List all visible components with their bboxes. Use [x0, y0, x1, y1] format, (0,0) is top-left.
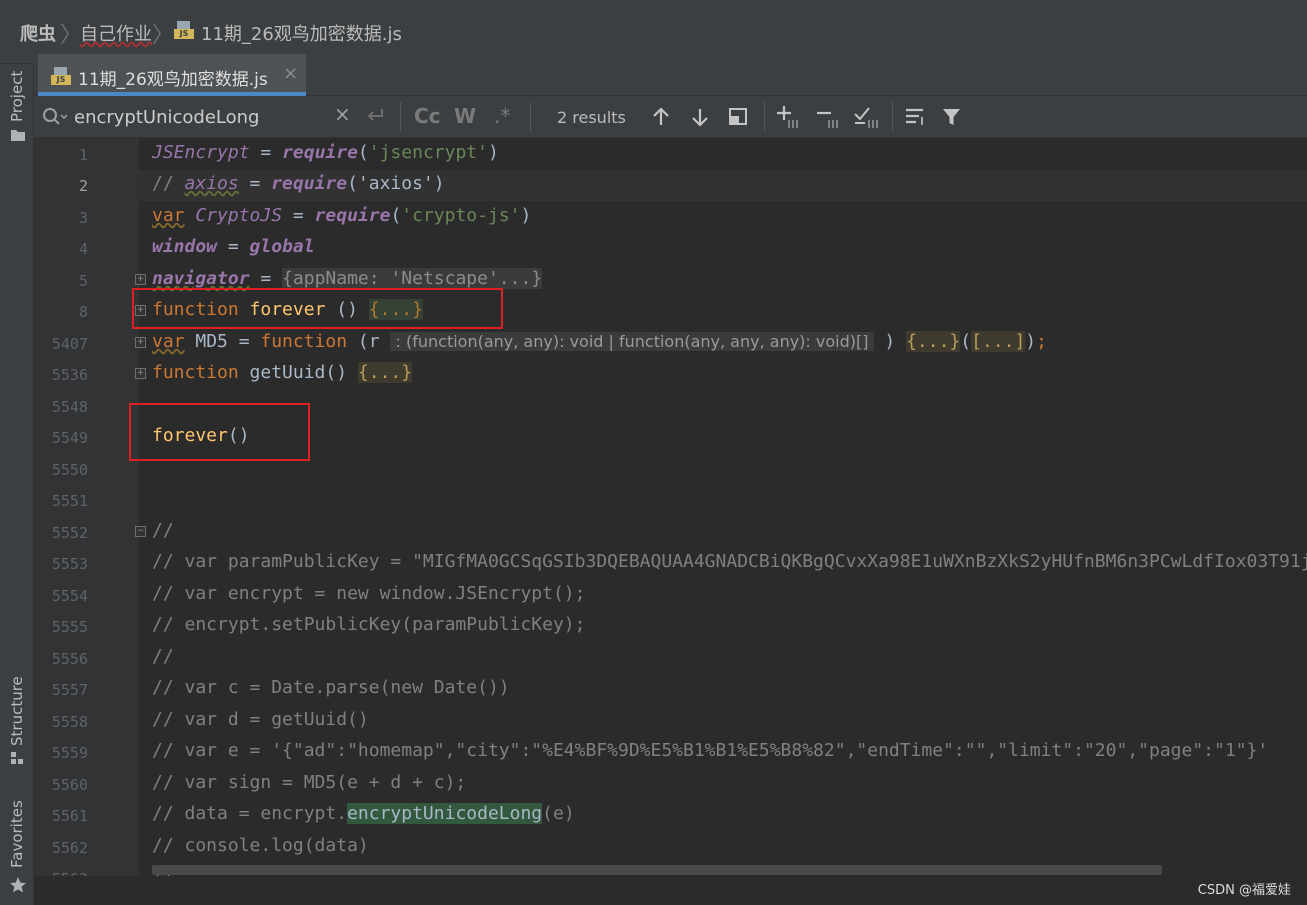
code-line[interactable]: // console.log(data)	[152, 835, 369, 856]
favorites-label: Favorites	[8, 800, 26, 868]
code-line[interactable]: JSEncrypt = require('jsencrypt')	[152, 142, 499, 163]
folded-region: {...}	[906, 331, 961, 352]
code-line[interactable]: // data = encrypt.encryptUnicodeLong(e)	[152, 803, 575, 824]
find-bar: × Cc W .* 2 results	[34, 96, 1307, 138]
code-line[interactable]: // var paramPublicKey = "MIGfMA0GCSqGSIb…	[152, 551, 1307, 572]
line-number: 4	[78, 240, 88, 258]
line-number: 5550	[51, 461, 88, 479]
code-line[interactable]: var CryptoJS = require('crypto-js')	[152, 205, 531, 226]
line-number: 5562	[51, 839, 88, 857]
search-match-highlight: encryptUnicodeLong	[347, 803, 543, 824]
code-line[interactable]: // axios = require('axios')	[152, 173, 445, 194]
horizontal-scrollbar[interactable]	[152, 865, 1162, 875]
select-all-occurrences-icon[interactable]	[853, 104, 881, 130]
whole-words-toggle[interactable]: W	[454, 104, 476, 128]
line-number: 5551	[51, 492, 88, 510]
breadcrumb-folder[interactable]: 自己作业	[80, 20, 152, 46]
js-file-icon: JS	[174, 21, 194, 39]
filter-settings-icon[interactable]	[904, 107, 928, 127]
tool-window-strip: Project Structure Favorites	[0, 64, 34, 905]
watermark: CSDN @福爱娃	[1197, 883, 1291, 898]
line-number: 5548	[51, 398, 88, 416]
line-number: 8	[78, 303, 88, 321]
line-number: 5560	[51, 776, 88, 794]
search-results-count: 2 results	[557, 108, 626, 127]
structure-icon	[11, 752, 23, 764]
close-tab-icon[interactable]: ×	[283, 63, 298, 84]
line-number: 5556	[51, 650, 88, 668]
code-line[interactable]: // var encrypt = new window.JSEncrypt();	[152, 583, 585, 604]
code-line[interactable]: function getUuid() {...}	[152, 362, 413, 383]
open-in-window-icon[interactable]	[728, 107, 750, 127]
tool-window-favorites[interactable]: Favorites	[0, 800, 34, 900]
folded-region: {...}	[357, 362, 413, 383]
previous-occurrence-icon[interactable]	[650, 106, 672, 128]
search-input[interactable]	[74, 104, 324, 130]
match-case-toggle[interactable]: Cc	[414, 104, 441, 128]
toolbar-separator	[400, 102, 401, 132]
fold-icon[interactable]: +	[135, 368, 146, 379]
newline-icon[interactable]	[364, 106, 386, 126]
breadcrumb-file[interactable]: 11期_26观鸟加密数据.js	[201, 20, 402, 46]
fold-icon[interactable]: +	[135, 337, 146, 348]
project-label: Project	[8, 70, 26, 122]
remove-selection-icon[interactable]	[815, 104, 843, 130]
code-line[interactable]: // encrypt.setPublicKey(paramPublicKey);	[152, 614, 585, 635]
folded-region: {appName: 'Netscape'...}	[282, 268, 543, 289]
line-number: 1	[78, 146, 88, 164]
line-number: 5557	[51, 681, 88, 699]
toolbar-separator	[764, 102, 765, 132]
editor-tab-bar: JS 11期_26观鸟加密数据.js ×	[34, 54, 1307, 96]
editor-tab-active[interactable]: JS 11期_26观鸟加密数据.js ×	[38, 54, 306, 96]
code-line[interactable]: // var d = getUuid()	[152, 709, 369, 730]
code-line[interactable]: //	[152, 646, 174, 667]
line-number: 5549	[51, 429, 88, 447]
tool-window-project[interactable]: Project	[0, 64, 34, 144]
code-line[interactable]: navigator = {appName: 'Netscape'...}	[152, 268, 543, 289]
next-occurrence-icon[interactable]	[689, 106, 711, 128]
line-number: 3	[78, 209, 88, 227]
breadcrumb-project[interactable]: 爬虫	[20, 20, 56, 46]
toolbar-separator	[892, 102, 893, 132]
tab-label: 11期_26观鸟加密数据.js	[78, 70, 268, 90]
type-hint: : (function(any, any): void | function(a…	[390, 332, 874, 351]
annotation-box	[132, 288, 503, 329]
line-number: 5	[78, 272, 88, 290]
toolbar-separator	[530, 102, 531, 132]
code-line[interactable]: // var c = Date.parse(new Date())	[152, 677, 510, 698]
clear-search-icon[interactable]: ×	[334, 102, 351, 126]
code-line[interactable]: window = global	[152, 236, 315, 257]
breadcrumb-separator: 〉	[60, 23, 83, 48]
line-number: 5536	[51, 366, 88, 384]
js-file-icon: JS	[51, 67, 71, 85]
code-line[interactable]: var MD5 = function (r : (function(any, a…	[152, 331, 1047, 352]
add-selection-icon[interactable]	[775, 104, 803, 130]
regex-toggle[interactable]: .*	[494, 104, 510, 128]
line-number: 2	[78, 177, 88, 195]
code-line[interactable]: // var e = '{"ad":"homemap","city":"%E4%…	[152, 740, 1268, 761]
annotation-box	[129, 403, 310, 461]
folded-region: [...]	[971, 331, 1026, 352]
fold-icon[interactable]: +	[135, 274, 146, 285]
tool-window-structure[interactable]: Structure	[0, 674, 34, 774]
line-number: 5552	[51, 524, 88, 542]
line-number: 5555	[51, 618, 88, 636]
editor-bottom-edge	[34, 876, 1307, 905]
code-line[interactable]: // var sign = MD5(e + d + c);	[152, 772, 466, 793]
breadcrumb-separator: 〉	[152, 23, 175, 48]
structure-label: Structure	[8, 676, 26, 746]
code-line[interactable]: //	[152, 520, 174, 541]
star-icon	[10, 877, 26, 893]
folder-icon	[11, 130, 25, 141]
line-number: 5561	[51, 807, 88, 825]
filter-icon[interactable]	[941, 106, 963, 128]
search-icon[interactable]	[42, 107, 68, 127]
line-number: 5558	[51, 713, 88, 731]
line-number: 5559	[51, 744, 88, 762]
code-editor[interactable]: 1 2 3 4 5 8 5407 5536 5548 5549 5550 555…	[34, 138, 1307, 876]
line-number: 5553	[51, 555, 88, 573]
fold-icon[interactable]: −	[135, 526, 146, 537]
line-number: 5554	[51, 587, 88, 605]
line-number: 5407	[51, 335, 88, 353]
